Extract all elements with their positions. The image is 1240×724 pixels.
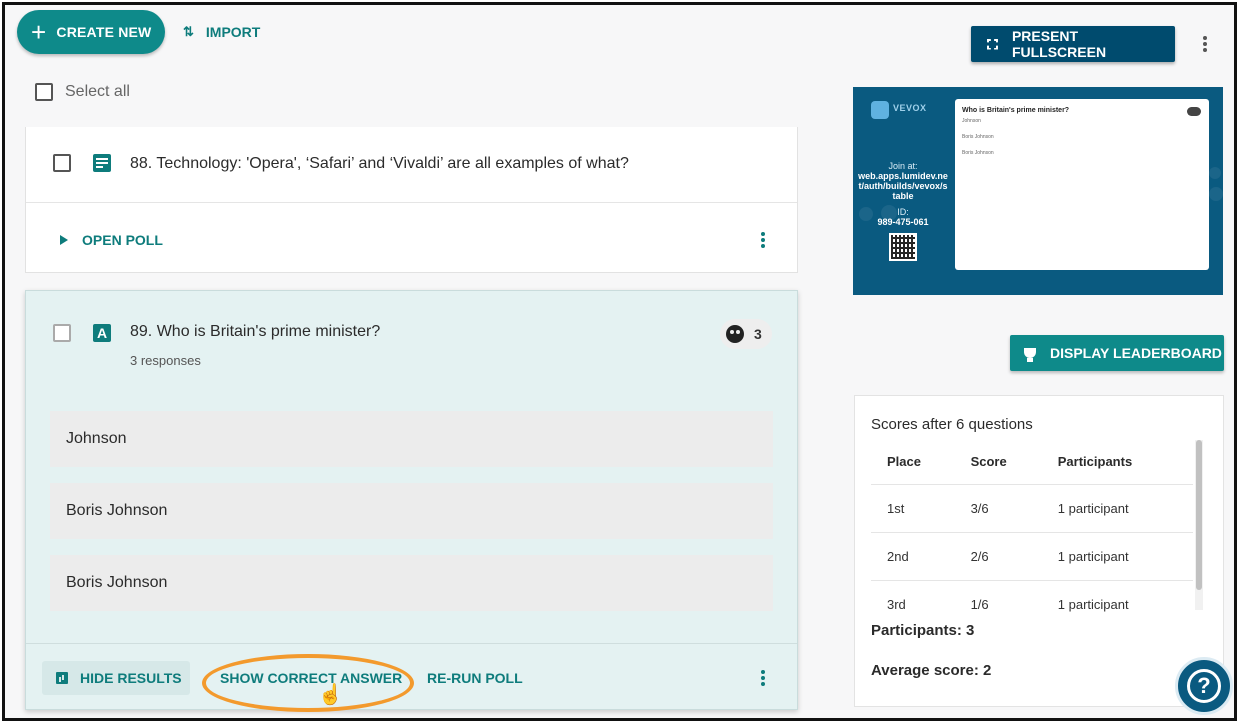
create-new-label: CREATE NEW (56, 24, 152, 40)
preview-slide: Who is Britain's prime minister? Johnson… (955, 99, 1209, 270)
poll-89-checkbox[interactable] (53, 324, 71, 342)
participant-count: 3 (754, 326, 762, 342)
answer-row: Boris Johnson (50, 555, 773, 611)
create-new-button[interactable]: + CREATE NEW (17, 10, 165, 54)
preview-slide-answer: Johnson (962, 118, 981, 124)
place-cell: 3rd (871, 579, 955, 628)
participants-cell: 1 participant (1041, 483, 1193, 532)
preview-slide-title: Who is Britain's prime minister? (962, 107, 1070, 114)
app-frame: + CREATE NEW ⇅ IMPORT PRESENT FULLSCREEN… (2, 2, 1237, 721)
select-all-label: Select all (65, 83, 130, 100)
hide-results-button[interactable]: HIDE RESULTS (42, 661, 190, 695)
table-header-row: Place Score Participants (871, 440, 1193, 484)
preview-logo-text: VEVOX (893, 103, 927, 113)
poll-88-title: 88. Technology: 'Opera', ‘Safari’ and ‘V… (130, 155, 629, 172)
preview-join-label: Join at: (888, 161, 918, 171)
average-score: Average score: 2 (871, 662, 992, 679)
preview-join-info: Join at: web.apps.lumidev.net/auth/build… (857, 161, 949, 227)
poll-card-88: 88. Technology: 'Opera', ‘Safari’ and ‘V… (25, 127, 798, 273)
bar-chart-icon (56, 672, 68, 684)
rerun-poll-button[interactable]: RE-RUN POLL (427, 670, 523, 686)
poll-89-footer: HIDE RESULTS SHOW CORRECT ANSWER RE-RUN … (26, 643, 797, 712)
preview-slide-answer: Boris Johnson (962, 134, 994, 140)
preview-id-value: 989-475-061 (877, 217, 929, 227)
scores-panel: Scores after 6 questions Place Score Par… (854, 395, 1224, 707)
help-button[interactable]: ? (1175, 657, 1233, 715)
poll-card-88-header: 88. Technology: 'Opera', ‘Safari’ and ‘V… (26, 127, 797, 203)
plus-icon: + (31, 17, 47, 47)
participants-cell: 1 participant (1041, 531, 1193, 580)
score-cell: 2/6 (954, 531, 1042, 580)
preview-slide-answer: Boris Johnson (962, 150, 994, 156)
vevox-logo-icon (871, 101, 889, 119)
present-fullscreen-label: PRESENT FULLSCREEN (1011, 28, 1107, 60)
hide-results-label: HIDE RESULTS (80, 670, 182, 686)
open-poll-button[interactable]: OPEN POLL (60, 232, 163, 248)
column-header: Score (970, 454, 1007, 470)
fullscreen-icon (987, 38, 998, 50)
place-cell: 1st (871, 483, 955, 532)
poll-88-menu-icon[interactable] (758, 232, 768, 248)
more-options-icon[interactable] (1200, 36, 1210, 52)
answer-row: Boris Johnson (50, 483, 773, 539)
place-cell: 2nd (871, 531, 955, 580)
import-button[interactable]: ⇅ IMPORT (183, 20, 260, 44)
score-cell: 3/6 (954, 483, 1042, 532)
scores-scrollbar[interactable] (1195, 440, 1203, 610)
scores-table: Place Score Participants 1st 3/6 1 parti… (871, 440, 1193, 628)
scores-title: Scores after 6 questions (871, 416, 1033, 433)
select-all-checkbox[interactable] (35, 83, 53, 101)
participant-badge: 3 (720, 319, 772, 349)
response-count: 3 responses (130, 353, 201, 368)
table-row: 3rd 1/6 1 participant (871, 579, 1193, 628)
toggle-icon (1187, 107, 1201, 116)
import-label: IMPORT (205, 24, 261, 40)
column-header: Place (887, 454, 921, 470)
trophy-icon (1024, 348, 1036, 362)
poll-card-89: A 89. Who is Britain's prime minister? 3… (25, 290, 798, 712)
preview-join-url: web.apps.lumidev.net/auth/builds/vevox/s… (858, 171, 948, 201)
present-fullscreen-button[interactable]: PRESENT FULLSCREEN (971, 26, 1175, 62)
import-arrows-icon: ⇅ (183, 24, 194, 39)
presentation-preview[interactable]: VEVOX Join at: web.apps.lumidev.net/auth… (853, 87, 1223, 295)
answer-type-icon: A (93, 324, 111, 342)
column-header: Participants (1057, 454, 1133, 470)
display-leaderboard-label: DISPLAY LEADERBOARD (1050, 345, 1222, 361)
participants-cell: 1 participant (1041, 579, 1193, 628)
open-poll-label: OPEN POLL (82, 232, 163, 248)
poll-89-title: 89. Who is Britain's prime minister? (130, 323, 381, 340)
preview-id-label: ID: (897, 207, 909, 217)
poll-88-checkbox[interactable] (53, 154, 71, 172)
poll-89-menu-icon[interactable] (758, 670, 768, 686)
highlight-annotation (202, 654, 414, 712)
text-question-icon (93, 154, 111, 172)
score-cell: 1/6 (954, 579, 1042, 628)
help-icon: ? (1187, 669, 1221, 703)
participants-total: Participants: 3 (871, 622, 975, 639)
table-row: 2nd 2/6 1 participant (871, 531, 1193, 580)
qr-code-icon (889, 233, 917, 261)
participant-icon (726, 325, 744, 343)
display-leaderboard-button[interactable]: DISPLAY LEADERBOARD (1010, 335, 1224, 371)
answer-row: Johnson (50, 411, 773, 467)
hand-cursor-icon: ☝ (318, 684, 343, 706)
table-row: 1st 3/6 1 participant (871, 483, 1193, 532)
play-icon (60, 235, 68, 245)
select-all[interactable]: Select all (35, 83, 130, 101)
